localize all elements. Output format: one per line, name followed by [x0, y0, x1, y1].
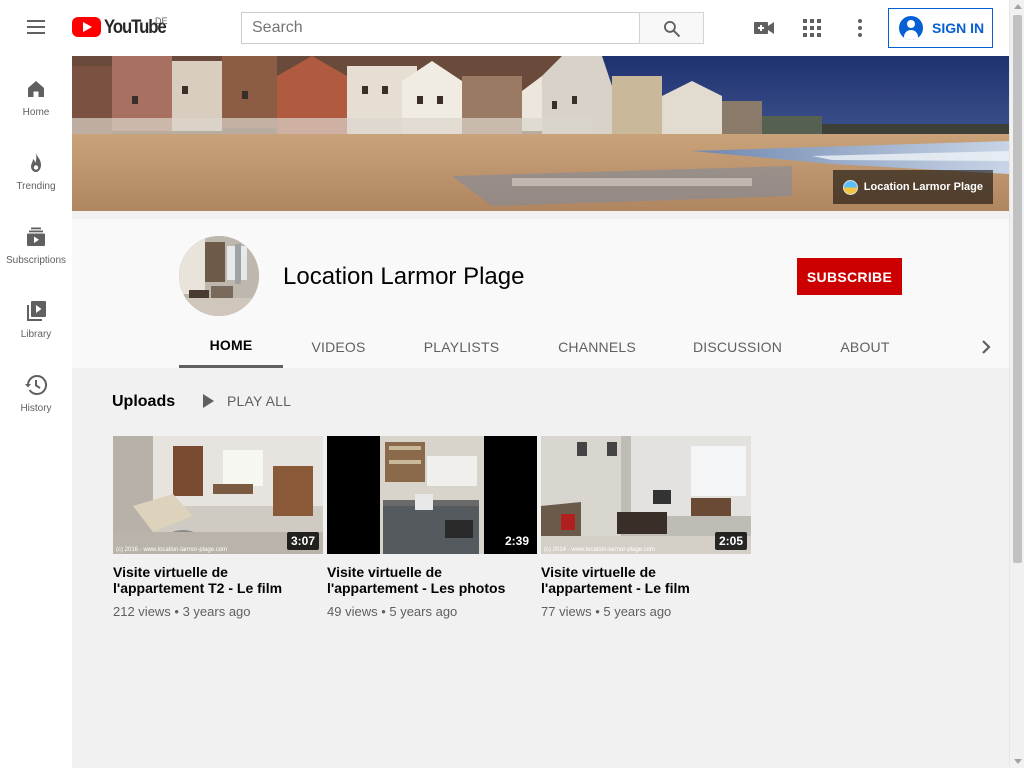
banner-link-label: Location Larmor Plage [863, 181, 983, 193]
sign-in-button[interactable]: SIGN IN [888, 8, 993, 48]
sidebar: Home Trending Subscriptions Library Hist… [0, 56, 72, 768]
video-title-line: l'appartement T2 - Le film [113, 580, 283, 596]
sidebar-item-label: History [20, 403, 52, 414]
youtube-play-icon [72, 17, 101, 37]
channel-name: Location Larmor Plage [283, 263, 525, 290]
search-input[interactable] [241, 12, 640, 44]
logo-country-code: DE [155, 16, 168, 26]
search-button[interactable] [639, 12, 704, 44]
video-meta: 212 views • 3 years ago [113, 604, 251, 619]
chevron-right-icon[interactable] [974, 335, 998, 364]
account-icon [899, 16, 923, 40]
scroll-up-arrow-icon[interactable] [1014, 4, 1022, 9]
video-thumbnail[interactable]: (c) 2014 - www.location-larmor-plage.com… [541, 436, 751, 554]
tab-home[interactable]: HOME [179, 325, 283, 368]
masthead: YouTube DE SIGN IN [0, 0, 1009, 56]
sidebar-item-label: Home [22, 107, 50, 118]
more-vert-icon[interactable] [848, 16, 872, 40]
video-title-line: l'appartement - Les photos [327, 580, 506, 596]
channel-banner: Location Larmor Plage [72, 56, 1009, 211]
video-meta: 77 views • 5 years ago [541, 604, 672, 619]
sidebar-item-label: Trending [16, 181, 56, 192]
subscribe-button[interactable]: SUBSCRIBE [797, 258, 902, 295]
menu-icon[interactable] [24, 16, 48, 40]
play-all-button[interactable]: PLAY ALL [199, 392, 291, 410]
sidebar-item-history[interactable]: History [0, 373, 72, 447]
scrollbar-thumb[interactable] [1013, 15, 1022, 563]
channel-tabs: HOME VIDEOS PLAYLISTS CHANNELS DISCUSSIO… [179, 325, 1009, 368]
video-item[interactable]: 2:39 Visite virtuelle de l'appartement -… [327, 436, 537, 619]
sidebar-item-subscriptions[interactable]: Subscriptions [0, 225, 72, 299]
tab-discussion[interactable]: DISCUSSION [665, 325, 810, 368]
sign-in-label: SIGN IN [932, 20, 985, 36]
video-title-line: Visite virtuelle de [327, 564, 442, 580]
search-icon [664, 21, 681, 38]
tab-videos[interactable]: VIDEOS [283, 325, 394, 368]
history-icon [25, 375, 47, 395]
video-duration: 3:07 [286, 532, 319, 550]
video-thumbnail[interactable]: (c) 2016 - www.location-larmor-plage.com… [113, 436, 323, 554]
trending-icon [31, 153, 41, 172]
youtube-logo[interactable]: YouTube DE [72, 16, 174, 38]
tab-playlists[interactable]: PLAYLISTS [394, 325, 529, 368]
video-title[interactable]: Visite virtuelle de l'appartement - Les … [327, 564, 537, 596]
home-icon [28, 81, 44, 97]
tab-channels[interactable]: CHANNELS [529, 325, 665, 368]
video-title-line: Visite virtuelle de [113, 564, 228, 580]
video-duration: 2:39 [500, 532, 533, 550]
video-thumbnail[interactable]: 2:39 [327, 436, 537, 554]
video-title[interactable]: Visite virtuelle de l'appartement - Le f… [541, 564, 751, 596]
video-title-line: l'appartement - Le film [541, 580, 690, 596]
sidebar-item-home[interactable]: Home [0, 77, 72, 151]
scroll-down-arrow-icon[interactable] [1014, 759, 1022, 764]
play-icon [203, 394, 214, 408]
subscriptions-icon [27, 227, 45, 246]
video-item[interactable]: (c) 2014 - www.location-larmor-plage.com… [541, 436, 751, 619]
video-title-line: Visite virtuelle de [541, 564, 656, 580]
thumbnail-watermark: (c) 2014 - www.location-larmor-plage.com [544, 547, 655, 553]
banner-link-website[interactable]: Location Larmor Plage [832, 170, 993, 204]
sidebar-item-library[interactable]: Library [0, 299, 72, 373]
channel-header: Location Larmor Plage SUBSCRIBE HOME VID… [72, 219, 1009, 368]
play-all-label: PLAY ALL [227, 393, 292, 409]
create-video-icon[interactable] [752, 16, 776, 40]
video-title[interactable]: Visite virtuelle de l'appartement T2 - L… [113, 564, 323, 596]
channel-avatar[interactable] [179, 236, 259, 316]
apps-grid-icon[interactable] [800, 16, 824, 40]
sidebar-item-trending[interactable]: Trending [0, 151, 72, 225]
uploads-shelf-title[interactable]: Uploads [112, 393, 175, 411]
video-duration: 2:05 [714, 532, 747, 550]
thumbnail-watermark: (c) 2016 - www.location-larmor-plage.com [116, 547, 227, 553]
video-item[interactable]: (c) 2016 - www.location-larmor-plage.com… [113, 436, 323, 619]
tab-about[interactable]: ABOUT [810, 325, 920, 368]
page-scrollbar[interactable] [1009, 0, 1024, 768]
sidebar-item-label: Library [20, 329, 52, 340]
library-icon [27, 301, 46, 321]
website-favicon-icon [842, 179, 858, 195]
video-meta: 49 views • 5 years ago [327, 604, 458, 619]
sidebar-item-label: Subscriptions [5, 255, 67, 266]
